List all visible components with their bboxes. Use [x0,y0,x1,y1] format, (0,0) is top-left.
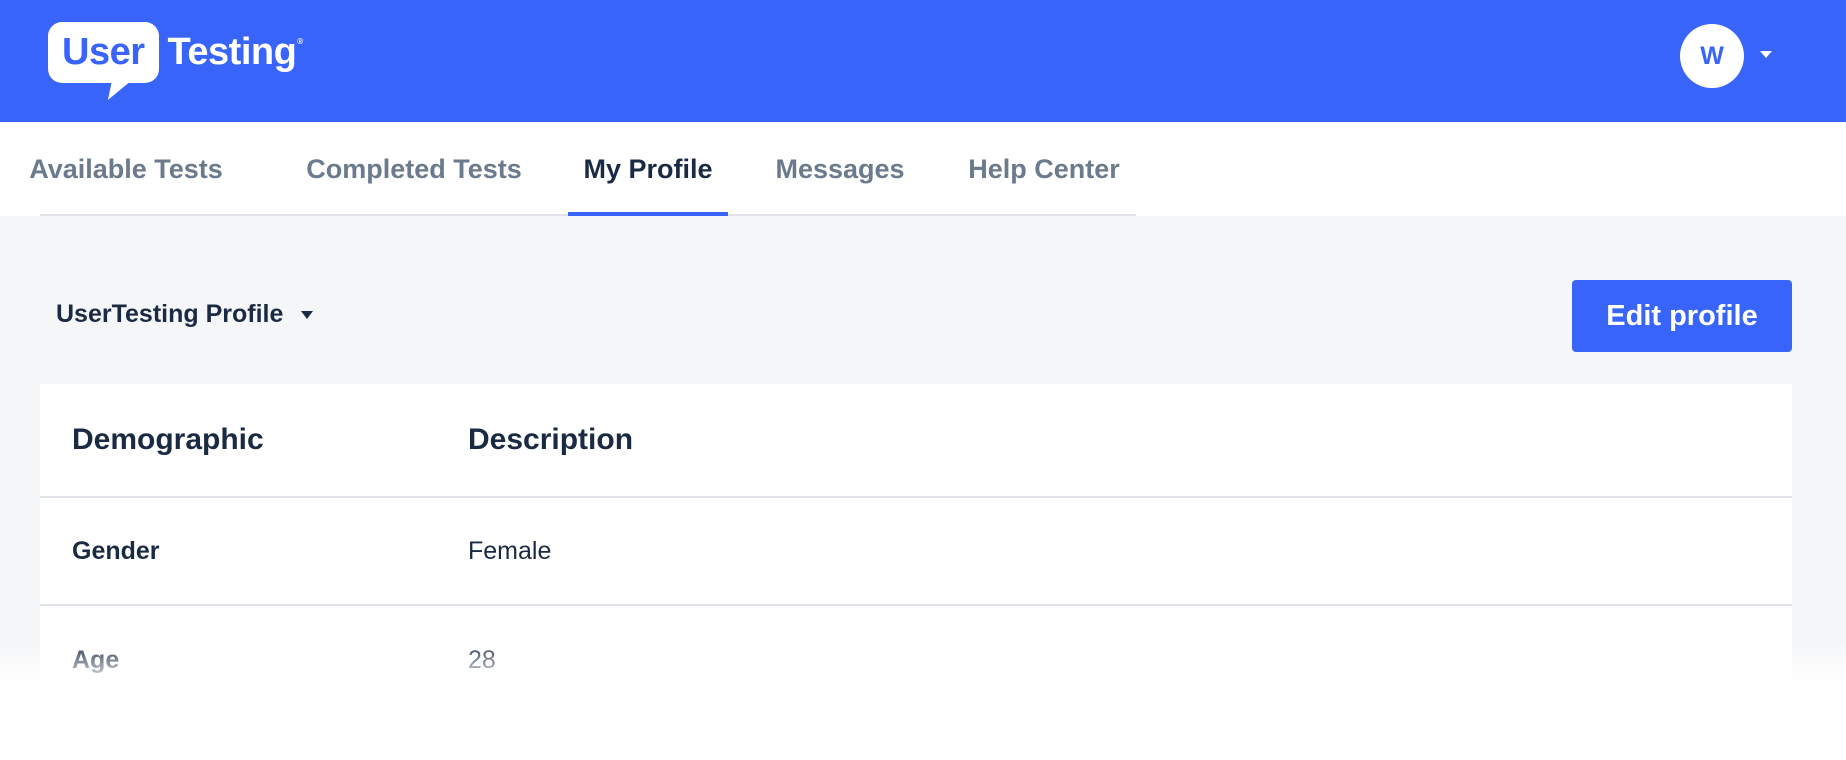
usertesting-logo[interactable]: User Testing® [48,22,303,90]
registered-mark: ® [297,37,303,46]
caret-down-icon[interactable] [1760,51,1772,58]
logo-wordmark: Testing® [167,22,304,83]
table-header-row: Demographic Description [40,384,1792,498]
profile-content: UserTesting Profile Edit profile Demogra… [0,216,1846,686]
profile-type-dropdown[interactable]: UserTesting Profile [56,300,314,329]
profile-type-label: UserTesting Profile [56,300,284,328]
user-avatar[interactable]: W [1680,24,1744,88]
tab-messages[interactable]: Messages [760,122,920,216]
edit-profile-button[interactable]: Edit profile [1572,280,1792,352]
logo-speech-bubble: User [48,22,159,83]
logo-wordmark-text: Testing [167,31,297,73]
main-navigation: Available Tests Completed Tests My Profi… [0,122,1846,216]
tab-help-center[interactable]: Help Center [952,122,1136,216]
page-bottom-area [0,686,1846,760]
tab-my-profile[interactable]: My Profile [568,122,728,216]
top-header-bar: User Testing® W [0,0,1846,122]
tab-available-tests[interactable]: Available Tests [29,122,223,216]
tab-completed-tests[interactable]: Completed Tests [292,122,536,216]
demographic-cell: Gender [72,536,160,565]
bottom-fade-overlay [0,640,1846,686]
column-header-description: Description [468,423,634,456]
column-header-demographic: Demographic [72,423,264,456]
caret-down-icon [301,310,314,319]
description-cell: Female [468,536,552,565]
table-row: Gender Female [40,498,1792,606]
